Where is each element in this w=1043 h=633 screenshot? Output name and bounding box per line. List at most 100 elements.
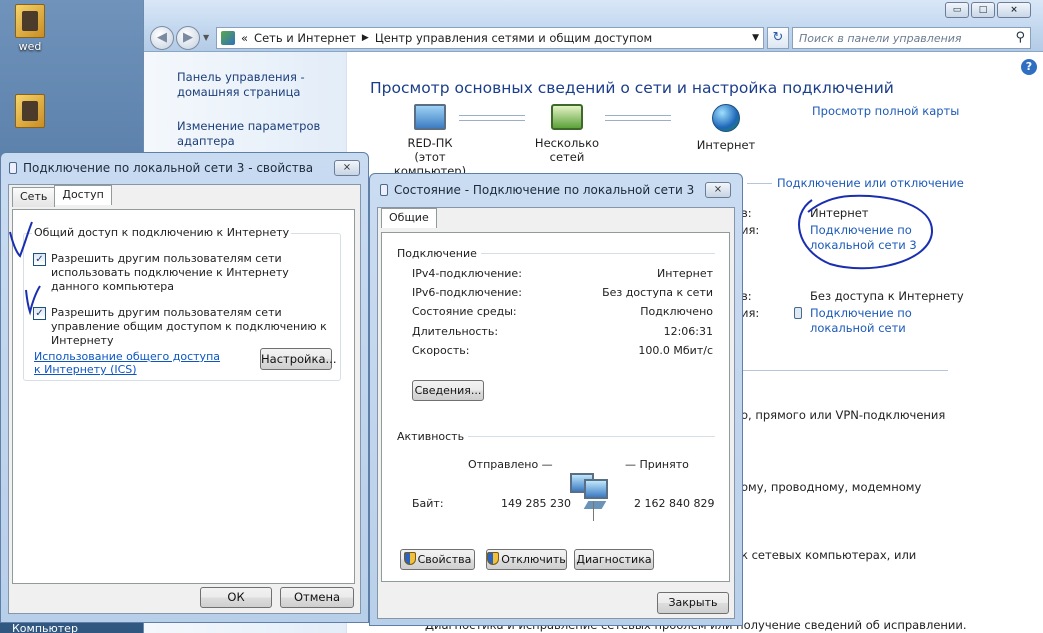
minimize-button[interactable]: ▭ <box>945 2 969 18</box>
ipv4-label: IPv4-подключение: <box>412 267 522 280</box>
divider <box>742 370 948 371</box>
sharing-page: Общий доступ к подключению к Интернету ✓… <box>12 209 355 584</box>
folder-icon <box>15 94 45 128</box>
network-icon <box>551 104 583 130</box>
refresh-button[interactable]: ↻ <box>767 27 789 49</box>
back-arrow-icon: ◀ <box>157 30 167 45</box>
allow-control-checkbox[interactable]: ✓ Разрешить другим пользователям сети уп… <box>33 306 333 348</box>
bytes-divider <box>593 501 594 521</box>
speed-label: Скорость: <box>412 344 470 357</box>
ok-button[interactable]: ОК <box>200 587 272 608</box>
back-button[interactable]: ◀ <box>150 26 174 50</box>
tab-strip: Общие <box>381 208 437 230</box>
map-link-line <box>459 115 525 121</box>
search-input[interactable]: Поиск в панели управления ⚲ <box>792 27 1031 49</box>
settings-button[interactable]: Настройка... <box>260 348 337 370</box>
network-adapter-icon <box>380 184 388 196</box>
close-window-button[interactable]: ⨯ <box>997 2 1031 18</box>
monitor-shape <box>584 479 608 499</box>
network-activity-icon <box>570 471 608 511</box>
address-dropdown-icon[interactable]: ▼ <box>752 33 759 43</box>
network-adapter-icon <box>794 307 802 319</box>
bytes-label: Байт: <box>412 497 444 510</box>
received-label: — Принято <box>625 458 689 471</box>
desktop-folder-icon[interactable]: wed <box>8 4 52 53</box>
activity-section-title: Активность <box>397 430 469 443</box>
desktop-computer-label[interactable]: Компьютер <box>12 622 78 633</box>
connection-link-text[interactable]: Подключение по локальной сети 3 <box>810 223 917 252</box>
checkbox-label[interactable]: Разрешить другим пользователям сети упра… <box>51 306 327 347</box>
folder-icon <box>15 4 45 38</box>
computer-name: RED-ПК <box>407 136 453 150</box>
ics-group: Общий доступ к подключению к Интернету ✓… <box>23 226 341 381</box>
view-full-map-link[interactable]: Просмотр полной карты <box>812 104 959 118</box>
tab-strip: Сеть Доступ <box>12 185 112 207</box>
speed-value: 100.0 Мбит/с <box>638 344 713 357</box>
access-type-value: Интернет <box>810 206 869 220</box>
breadcrumb-network-center[interactable]: Центр управления сетями и общим доступом <box>375 31 652 45</box>
desktop-icon-label: wed <box>18 40 42 53</box>
group-title: Общий доступ к подключению к Интернету <box>32 226 292 239</box>
access-type-value-2: Без доступа к Интернету <box>810 289 964 303</box>
dialog-body: Сеть Доступ Общий доступ к подключению к… <box>8 184 361 614</box>
task-text-fragment: о, прямого или VPN-подключения <box>741 408 946 422</box>
breadcrumb-network-internet[interactable]: Сеть и Интернет <box>254 31 356 45</box>
details-button[interactable]: Сведения... <box>412 380 484 401</box>
duration-value: 12:06:31 <box>663 325 713 338</box>
address-prefix[interactable]: « <box>241 31 248 45</box>
help-icon[interactable]: ? <box>1021 59 1037 75</box>
properties-button-label: Свойства <box>417 553 472 566</box>
maximize-button[interactable]: □ <box>971 2 995 18</box>
history-dropdown-icon[interactable]: ▼ <box>203 33 209 42</box>
breadcrumb-separator-icon[interactable]: ▶ <box>362 33 369 43</box>
media-state-label: Состояние среды: <box>412 305 517 318</box>
desktop-folder-icon-2[interactable] <box>8 94 52 128</box>
computer-icon <box>414 104 446 130</box>
dialog-title-text: Подключение по локальной сети 3 - свойст… <box>23 161 314 175</box>
ipv6-label: IPv6-подключение: <box>412 286 522 299</box>
networks-name: Несколько сетей <box>534 136 600 164</box>
checkbox-checked-icon[interactable]: ✓ <box>33 253 46 266</box>
uac-shield-icon <box>487 552 500 565</box>
tab-network[interactable]: Сеть <box>12 187 56 207</box>
close-button[interactable]: Закрыть <box>657 592 729 614</box>
change-adapter-settings-link[interactable]: Изменение параметров адаптера <box>177 119 337 149</box>
page-title: Просмотр основных сведений о сети и наст… <box>370 79 894 97</box>
task-text-fragment: ому, проводному, модемному <box>741 480 922 494</box>
checkbox-label[interactable]: Разрешить другим пользователям сети испо… <box>51 252 289 293</box>
map-node-networks[interactable]: Несколько сетей <box>517 104 617 164</box>
window-frame: ▭ □ ⨯ ◀ ▶ ▼ « Сеть и Интернет ▶ Центр уп… <box>144 0 1043 52</box>
uac-shield-icon <box>403 552 416 565</box>
ipv4-value: Интернет <box>657 267 713 280</box>
search-placeholder: Поиск в панели управления <box>799 32 962 45</box>
close-dialog-button[interactable]: ⨯ <box>705 182 731 198</box>
forward-arrow-icon: ▶ <box>183 30 193 45</box>
map-node-internet[interactable]: Интернет <box>691 104 761 152</box>
connections-label: ия: <box>741 223 760 237</box>
address-bar[interactable]: « Сеть и Интернет ▶ Центр управления сет… <box>216 27 764 49</box>
control-panel-home-link[interactable]: Панель управления - домашняя страница <box>177 70 337 100</box>
cancel-button[interactable]: Отмена <box>280 587 354 608</box>
dialog-title: Состояние - Подключение по локальной сет… <box>380 183 694 197</box>
ics-help-link[interactable]: Использование общего доступа к Интернету… <box>34 350 224 376</box>
connection-link-lan3[interactable]: Подключение по локальной сети 3 <box>810 223 940 253</box>
globe-icon <box>712 104 740 132</box>
checkbox-checked-icon[interactable]: ✓ <box>33 307 46 320</box>
close-dialog-button[interactable]: ⨯ <box>334 160 360 176</box>
dialog-body: Общие Подключение IPv4-подключение: Инте… <box>377 207 735 619</box>
allow-sharing-checkbox[interactable]: ✓ Разрешить другим пользователям сети ис… <box>33 252 333 294</box>
forward-button[interactable]: ▶ <box>176 26 200 50</box>
network-adapter-icon <box>9 162 17 174</box>
properties-button[interactable]: Свойства <box>400 549 475 570</box>
search-icon[interactable]: ⚲ <box>1015 30 1025 45</box>
connection-section-title: Подключение <box>397 247 481 260</box>
cable-shape <box>583 501 607 509</box>
connection-link-lan[interactable]: Подключение по локальной сети <box>794 306 940 336</box>
connect-disconnect-link[interactable]: Подключение или отключение <box>777 176 964 190</box>
diagnose-button[interactable]: Диагностика <box>574 549 654 570</box>
tab-general[interactable]: Общие <box>381 208 437 228</box>
connection-link-text-2[interactable]: Подключение по локальной сети <box>810 306 912 335</box>
disable-button[interactable]: Отключить <box>486 549 567 570</box>
tab-sharing[interactable]: Доступ <box>54 185 112 205</box>
divider <box>747 183 772 184</box>
